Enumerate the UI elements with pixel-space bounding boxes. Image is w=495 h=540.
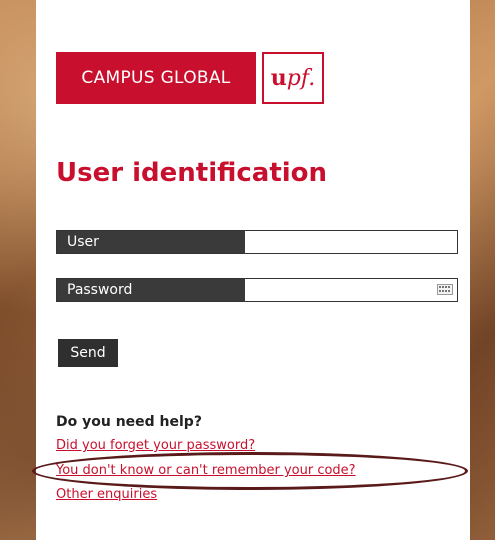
forgot-password-link[interactable]: Did you forget your password? [56,438,255,453]
login-panel: CAMPUS GLOBAL u pf. User identification [36,0,470,540]
send-button[interactable]: Send [58,339,118,367]
keyboard-icon[interactable] [437,284,453,295]
password-field: Password [56,278,458,302]
campus-global-logo: CAMPUS GLOBAL u pf. [56,52,324,104]
user-field: User [56,230,458,254]
other-enquiries-link[interactable]: Other enquiries [56,487,157,502]
password-label: Password [57,279,245,301]
page-title: User identification [56,158,328,188]
logo-mark-italic: pf. [286,65,316,91]
user-input[interactable] [245,231,457,253]
help-title: Do you need help? [56,414,202,430]
password-input[interactable] [245,279,457,301]
logo-text: CAMPUS GLOBAL [56,52,256,104]
user-label: User [57,231,245,253]
forgot-code-link[interactable]: You don't know or can't remember your co… [56,463,356,478]
logo-mark-bold: u [270,65,287,91]
upf-logo-mark: u pf. [262,52,324,104]
